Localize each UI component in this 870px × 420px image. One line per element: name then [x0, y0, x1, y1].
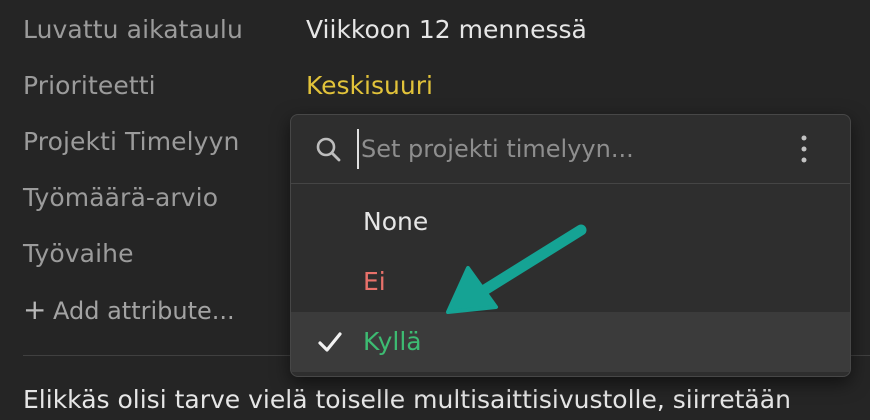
description-text[interactable]: Elikkäs olisi tarve vielä toiselle multi…: [23, 380, 791, 420]
more-vertical-icon[interactable]: [797, 133, 811, 165]
option-label: Kyllä: [363, 327, 422, 356]
attribute-row-luvattu-aikataulu: Luvattu aikataulu Viikkoon 12 mennessä: [0, 10, 870, 50]
dropdown-option-kylla[interactable]: Kyllä: [291, 312, 850, 372]
option-label: None: [363, 207, 429, 236]
attribute-label: Työvaihe: [23, 239, 134, 268]
attribute-value[interactable]: Viikkoon 12 mennessä: [306, 10, 587, 50]
plus-icon: +: [23, 293, 47, 326]
check-icon: [318, 332, 342, 352]
attribute-label: Luvattu aikataulu: [23, 15, 243, 44]
attribute-value-dropdown: None Ei Kyllä: [290, 114, 851, 377]
attribute-row-prioriteetti: Prioriteetti Keskisuuri: [0, 66, 870, 106]
attribute-value-priority[interactable]: Keskisuuri: [306, 66, 433, 106]
dropdown-option-none[interactable]: None: [291, 192, 850, 252]
dropdown-search-bar: [291, 115, 850, 184]
attribute-label: Projekti Timelyyn: [23, 127, 240, 156]
option-label: Ei: [363, 267, 386, 296]
add-attribute-button[interactable]: + Add attribute...: [23, 290, 235, 330]
attribute-label: Prioriteetti: [23, 71, 156, 100]
dropdown-search-input[interactable]: [357, 129, 791, 169]
add-attribute-label: Add attribute...: [53, 297, 235, 325]
search-icon: [316, 137, 341, 162]
attribute-label: Työmäärä-arvio: [23, 183, 219, 212]
dropdown-option-ei[interactable]: Ei: [291, 252, 850, 312]
